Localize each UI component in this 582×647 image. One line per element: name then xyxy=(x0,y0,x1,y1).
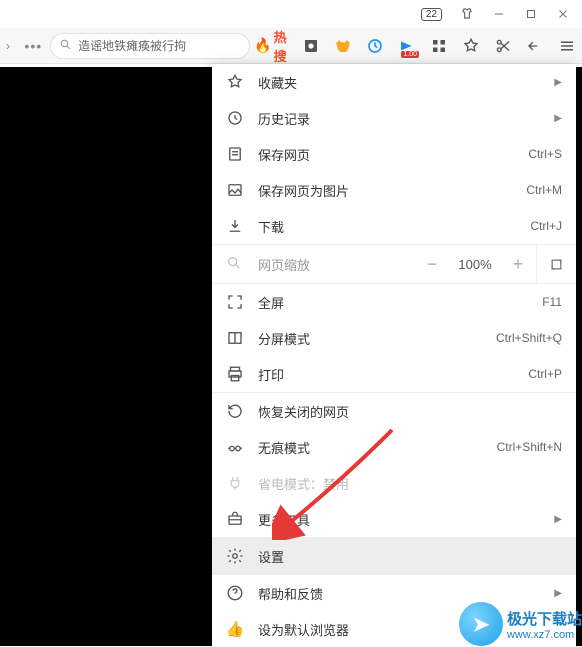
hot-label: 热搜 xyxy=(274,27,288,65)
print-icon xyxy=(226,365,244,383)
toolbox-icon xyxy=(226,510,244,528)
restore-icon xyxy=(226,402,244,420)
incognito-icon xyxy=(226,438,244,456)
menu-save-image[interactable]: 保存网页为图片 Ctrl+M xyxy=(212,172,576,208)
menu-label: 帮助和反馈 xyxy=(258,584,540,603)
fox-icon[interactable] xyxy=(334,37,352,55)
menu-label: 更多工具 xyxy=(258,510,540,529)
shortcut: Ctrl+Shift+N xyxy=(497,440,562,454)
undo-icon[interactable] xyxy=(526,37,544,55)
gear-icon xyxy=(226,547,244,565)
refresh-circle-icon[interactable] xyxy=(366,37,384,55)
clock-icon xyxy=(226,109,244,127)
chevron-right-icon[interactable]: › xyxy=(6,39,16,53)
scissors-icon[interactable] xyxy=(494,37,512,55)
hamburger-menu-icon[interactable] xyxy=(558,37,576,55)
menu-downloads[interactable]: 下载 Ctrl+J xyxy=(212,208,576,244)
menu-label: 下载 xyxy=(258,217,516,236)
menu-label: 无痕模式 xyxy=(258,438,483,457)
shortcut: Ctrl+M xyxy=(526,183,562,197)
shortcut: Ctrl+J xyxy=(530,219,562,233)
menu-label: 省电模式：禁用 xyxy=(258,474,562,493)
shortcut: F11 xyxy=(542,295,562,309)
shortcut: Ctrl+Shift+Q xyxy=(496,331,562,345)
menu-label: 设置 xyxy=(258,547,562,566)
menu-print[interactable]: 打印 Ctrl+P xyxy=(212,356,576,392)
zoom-value: 100% xyxy=(450,257,500,272)
hot-search-tag[interactable]: 🔥 热搜 xyxy=(254,27,288,65)
adblock-icon[interactable] xyxy=(302,37,320,55)
menu-power-save[interactable]: 省电模式：禁用 xyxy=(212,465,576,501)
magnify-icon xyxy=(226,255,244,274)
split-icon xyxy=(226,329,244,347)
video-badge: 1.00 xyxy=(401,51,419,58)
flame-icon: 🔥 xyxy=(254,37,271,54)
menu-label: 全屏 xyxy=(258,293,528,312)
menu-fullscreen[interactable]: 全屏 F11 xyxy=(212,284,576,320)
menu-zoom-row: 网页缩放 − 100% + xyxy=(212,244,576,284)
chevron-right-icon: ▶ xyxy=(554,77,562,88)
chevron-right-icon: ▶ xyxy=(554,113,562,124)
browser-toolbar: › ••• 造谣地铁瘫痪被行拘 🔥 热搜 1.00 xyxy=(0,28,582,64)
search-input[interactable]: 造谣地铁瘫痪被行拘 xyxy=(50,33,250,59)
menu-label: 保存网页为图片 xyxy=(258,181,512,200)
maximize-icon[interactable] xyxy=(524,7,538,21)
window-titlebar: 22 xyxy=(0,0,582,28)
minimize-icon[interactable] xyxy=(492,7,506,21)
menu-history[interactable]: 历史记录 ▶ xyxy=(212,100,576,136)
tab-counter-badge[interactable]: 22 xyxy=(421,8,442,21)
fullscreen-icon xyxy=(226,293,244,311)
menu-label: 打印 xyxy=(258,365,514,384)
menu-favorites[interactable]: 收藏夹 ▶ xyxy=(212,64,576,100)
watermark-logo: ➤ xyxy=(459,602,503,646)
watermark-url: www.xz7.com xyxy=(507,629,582,641)
shortcut: Ctrl+P xyxy=(528,367,562,381)
chevron-right-icon: ▶ xyxy=(554,514,562,525)
menu-settings[interactable]: 设置 xyxy=(212,538,576,574)
overflow-dots[interactable]: ••• xyxy=(20,38,46,54)
menu-label: 保存网页 xyxy=(258,145,514,164)
main-menu: 收藏夹 ▶ 历史记录 ▶ 保存网页 Ctrl+S 保存网页为图片 Ctrl+M … xyxy=(212,64,576,647)
shortcut: Ctrl+S xyxy=(528,147,562,161)
search-icon xyxy=(59,38,72,54)
plug-icon xyxy=(226,474,244,492)
star-icon xyxy=(226,73,244,91)
zoom-label: 网页缩放 xyxy=(258,255,310,274)
toolbar-icons: 1.00 xyxy=(302,37,576,55)
zoom-expand-button[interactable] xyxy=(536,245,576,283)
menu-incognito[interactable]: 无痕模式 Ctrl+Shift+N xyxy=(212,429,576,465)
video-icon[interactable]: 1.00 xyxy=(398,37,416,55)
download-icon xyxy=(226,217,244,235)
star-add-icon[interactable] xyxy=(462,37,480,55)
image-icon xyxy=(226,181,244,199)
menu-save-page[interactable]: 保存网页 Ctrl+S xyxy=(212,136,576,172)
menu-label: 历史记录 xyxy=(258,109,540,128)
shirt-icon[interactable] xyxy=(460,7,474,21)
menu-label: 分屏模式 xyxy=(258,329,482,348)
watermark-title: 极光下载站 xyxy=(507,608,582,629)
watermark: ➤ 极光下载站 www.xz7.com xyxy=(459,602,582,646)
apps-grid-icon[interactable] xyxy=(430,37,448,55)
menu-label: 恢复关闭的网页 xyxy=(258,402,562,421)
menu-more-tools[interactable]: 更多工具 ▶ xyxy=(212,501,576,537)
thumbs-up-icon: 👍 xyxy=(226,620,244,638)
zoom-out-button[interactable]: − xyxy=(414,254,450,275)
menu-split[interactable]: 分屏模式 Ctrl+Shift+Q xyxy=(212,320,576,356)
menu-restore-closed[interactable]: 恢复关闭的网页 xyxy=(212,393,576,429)
save-page-icon xyxy=(226,145,244,163)
help-icon xyxy=(226,584,244,602)
close-icon[interactable] xyxy=(556,7,570,21)
search-text: 造谣地铁瘫痪被行拘 xyxy=(78,37,186,54)
zoom-in-button[interactable]: + xyxy=(500,254,536,275)
menu-label: 收藏夹 xyxy=(258,73,540,92)
chevron-right-icon: ▶ xyxy=(554,588,562,599)
